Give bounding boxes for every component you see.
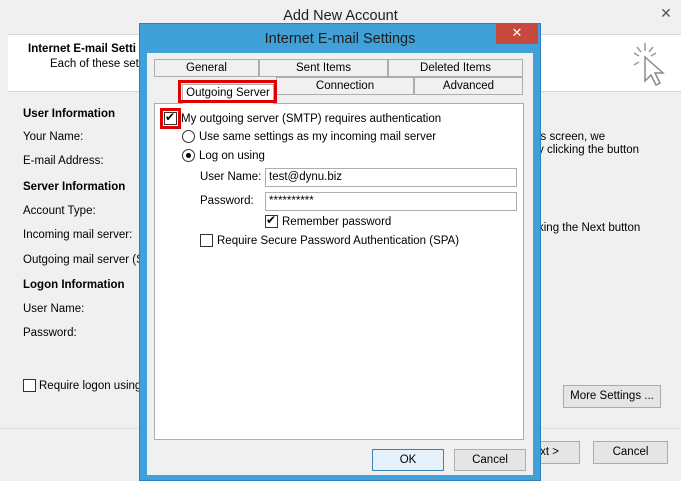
wizard-cancel-button[interactable]: Cancel — [593, 441, 668, 464]
label-logon-user-name: User Name: — [23, 303, 85, 315]
user-name-label: User Name: — [200, 171, 262, 183]
user-name-input[interactable]: test@dynu.biz — [265, 168, 517, 187]
dialog-title: Internet E-mail Settings — [264, 31, 416, 47]
same-settings-radio[interactable] — [182, 130, 195, 143]
wizard-header-title: Internet E-mail Setti — [28, 43, 136, 55]
internet-email-settings-dialog: Internet E-mail Settings ✕ General Sent … — [139, 23, 541, 481]
label-email-address: E-mail Address: — [23, 155, 104, 167]
log-on-using-radio-row[interactable]: Log on using — [182, 149, 265, 162]
smtp-auth-label: My outgoing server (SMTP) requires authe… — [181, 112, 442, 125]
highlight-smtp-auth-checkbox — [160, 108, 181, 129]
section-user-information: User Information — [23, 108, 116, 120]
label-account-type: Account Type: — [23, 205, 96, 217]
dialog-cancel-button[interactable]: Cancel — [454, 449, 526, 471]
remember-password-label: Remember password — [282, 215, 392, 228]
require-logon-spa-checkbox[interactable]: Require logon using S — [23, 379, 152, 392]
require-logon-label: Require logon using S — [39, 379, 153, 392]
same-settings-label: Use same settings as my incoming mail se… — [199, 130, 437, 143]
tab-general[interactable]: General — [154, 59, 259, 77]
dialog-close-icon[interactable]: ✕ — [496, 24, 538, 44]
spa-checkbox-row[interactable]: Require Secure Password Authentication (… — [200, 234, 459, 247]
instruction-text-1: is screen, we — [538, 131, 606, 143]
tab-deleted-items[interactable]: Deleted Items — [388, 59, 523, 77]
remember-password-checkbox[interactable] — [265, 213, 278, 228]
same-settings-radio-row[interactable]: Use same settings as my incoming mail se… — [182, 130, 436, 143]
smtp-auth-checkbox-row[interactable]: My outgoing server (SMTP) requires authe… — [164, 110, 442, 125]
ok-button[interactable]: OK — [372, 449, 444, 471]
wizard-header-subtitle: Each of these setti — [50, 58, 145, 70]
tab-sent-items[interactable]: Sent Items — [259, 59, 388, 77]
log-on-using-radio[interactable] — [182, 149, 195, 162]
instruction-text-4: king the Next button — [538, 222, 641, 234]
log-on-using-label: Log on using — [199, 149, 265, 162]
spa-label: Require Secure Password Authentication (… — [217, 234, 460, 247]
label-outgoing-server: Outgoing mail server (SM — [23, 254, 154, 266]
section-server-information: Server Information — [23, 181, 126, 193]
dialog-body: General Sent Items Deleted Items Connect… — [147, 53, 533, 475]
label-your-name: Your Name: — [23, 131, 84, 143]
section-logon-information: Logon Information — [23, 279, 125, 291]
tab-connection[interactable]: Connection — [276, 77, 414, 95]
label-incoming-server: Incoming mail server: — [23, 229, 133, 241]
highlight-outgoing-server-tab — [178, 80, 277, 103]
password-input[interactable]: ********** — [265, 192, 517, 211]
more-settings-button[interactable]: More Settings ... — [563, 385, 661, 408]
label-logon-password: Password: — [23, 327, 77, 339]
spa-checkbox[interactable] — [200, 234, 213, 247]
remember-password-checkbox-row[interactable]: Remember password — [265, 213, 392, 228]
cursor-sparkle-icon — [633, 43, 665, 87]
window-close-icon[interactable]: ✕ — [657, 4, 675, 22]
instruction-text-2: y clicking the button — [538, 144, 640, 156]
password-label: Password: — [200, 195, 254, 207]
dialog-titlebar: Internet E-mail Settings ✕ — [140, 24, 540, 54]
tab-advanced[interactable]: Advanced — [414, 77, 523, 95]
require-logon-checkbox-box[interactable] — [23, 379, 36, 392]
